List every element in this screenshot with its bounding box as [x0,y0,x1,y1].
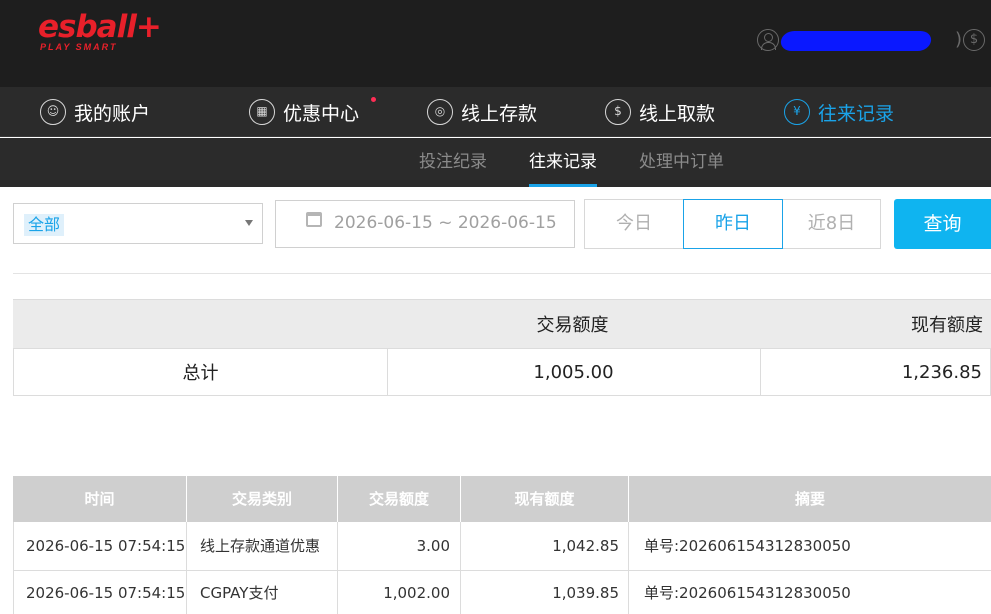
withdraw-icon: $ [605,99,631,125]
nav-promotions[interactable]: ▦ 优惠中心 [249,87,359,137]
date-range-value: 2026-06-15 ~ 2026-06-15 [334,213,557,233]
divider [13,273,991,274]
row-time: 2026-06-15 07:54:15 [26,583,186,602]
summary-row: 总计 1,005.00 1,236.85 [13,348,991,396]
main-nav: ☺ 我的账户 ▦ 优惠中心 ◎ 线上存款 $ 线上取款 ¥ 往来记录 [0,87,991,137]
date-range-input[interactable]: 2026-06-15 ~ 2026-06-15 [275,200,575,248]
summary-header-amount: 交易额度 [536,315,609,336]
top-header: esball+ PLAY SMART ) $ [0,0,991,87]
col-time: 时间 [84,490,115,508]
type-select-value: 全部 [24,214,65,236]
row-memo: 单号:202606154312830050 [644,537,851,555]
detail-table-header: 时间 交易类别 交易额度 现有额度 摘要 [13,476,991,522]
tab-bet-records[interactable]: 投注纪录 [419,138,487,187]
col-balance: 现有额度 [514,490,575,508]
logo-text: esball+ [38,9,162,45]
summary-total-amount: 1,005.00 [533,361,614,383]
row-amount: 3.00 [416,537,450,555]
col-type: 交易类别 [231,490,292,508]
nav-transaction-records-label: 往来记录 [818,102,895,125]
user-area[interactable]: ) $ [757,27,987,53]
records-icon: ¥ [784,99,810,125]
summary-table-header: 交易额度 现有额度 [13,299,991,348]
table-row: 2026-06-15 07:54:15 线上存款通道优惠 3.00 1,042.… [13,522,991,571]
nav-online-withdraw[interactable]: $ 线上取款 [605,87,715,137]
row-time: 2026-06-15 07:54:15 [26,537,186,555]
logo[interactable]: esball+ PLAY SMART [38,9,162,52]
cell-separator [186,571,187,614]
row-memo: 单号:202606154312830050 [644,583,851,602]
row-balance: 1,039.85 [552,583,619,602]
last-8-days-button[interactable]: 近8日 [782,199,881,249]
nav-online-withdraw-label: 线上取款 [639,102,716,125]
nav-my-account-label: 我的账户 [74,102,151,125]
gift-icon: ▦ [249,99,275,125]
deposit-icon: ◎ [427,99,453,125]
col-amount: 交易额度 [368,490,429,508]
balance-paren: ) [955,29,963,50]
caret-down-icon [245,220,253,226]
cell-separator [186,522,187,570]
summary-total-label: 总计 [182,363,219,384]
sub-nav: 投注纪录 往来记录 处理中订单 [0,138,991,187]
type-select[interactable]: 全部 [13,203,263,244]
nav-transaction-records[interactable]: ¥ 往来记录 [784,87,894,137]
user-icon: ☺ [40,99,66,125]
nav-online-deposit[interactable]: ◎ 线上存款 [427,87,537,137]
row-type: 线上存款通道优惠 [200,537,321,555]
cell-separator [628,522,629,570]
nav-promotions-label: 优惠中心 [283,102,360,125]
username-redacted [779,31,933,51]
today-button[interactable]: 今日 [584,199,684,249]
dollar-coin-icon[interactable]: $ [963,29,985,51]
nav-my-account[interactable]: ☺ 我的账户 [40,87,150,137]
row-balance: 1,042.85 [552,537,619,555]
promo-badge-dot [371,97,376,102]
row-amount: 1,002.00 [383,583,450,602]
cell-separator [628,571,629,614]
summary-total-balance: 1,236.85 [901,361,982,383]
tab-pending-orders[interactable]: 处理中订单 [639,138,724,187]
query-button[interactable]: 查询 [894,199,991,249]
yesterday-button[interactable]: 昨日 [683,199,783,249]
user-avatar-icon[interactable] [757,29,779,51]
table-row: 2026-06-15 07:54:15 CGPAY支付 1,002.00 1,0… [13,571,991,614]
summary-header-balance: 现有额度 [911,315,983,336]
row-type: CGPAY支付 [200,583,279,602]
tab-transaction-records[interactable]: 往来记录 [529,138,597,187]
calendar-icon [306,212,322,227]
col-memo: 摘要 [794,490,825,508]
nav-online-deposit-label: 线上存款 [461,102,538,125]
